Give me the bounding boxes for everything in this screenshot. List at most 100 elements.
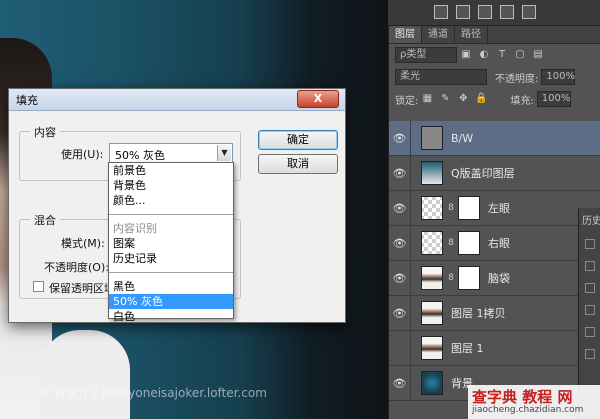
blend-mode-select[interactable]: 柔光 bbox=[395, 69, 487, 85]
filter-pixel-icon[interactable]: ▣ bbox=[460, 49, 472, 61]
layer-thumbnail[interactable] bbox=[421, 126, 443, 150]
eye-icon[interactable]: 👁 bbox=[389, 365, 411, 401]
layer-row[interactable]: 👁 Q版盖印图层 bbox=[389, 155, 600, 191]
site-watermark-title: 查字典 教程 网 bbox=[472, 388, 573, 406]
eye-icon[interactable]: 👁 bbox=[389, 190, 411, 226]
panel-tabs: 图层 通道 路径 bbox=[389, 26, 600, 44]
use-dropdown-list: 前景色 背景色 颜色... 内容识别 图案 历史记录黑色 50% 灰色 白色 bbox=[108, 162, 234, 323]
blend-row: 柔光 不透明度: 100% bbox=[389, 66, 600, 88]
layer-row[interactable]: 图层 1 bbox=[389, 330, 600, 366]
layer-kind-filter[interactable]: ρ类型 bbox=[395, 47, 457, 63]
dropdown-option[interactable]: 历史记录 bbox=[109, 251, 233, 266]
history-item-checkbox[interactable] bbox=[585, 327, 595, 337]
layer-name[interactable]: 脑袋 bbox=[488, 270, 510, 286]
filter-type-icon[interactable]: T bbox=[496, 49, 508, 61]
tool-preset-icon[interactable] bbox=[478, 5, 492, 19]
layer-filter-row: ρ类型 ▣ ◐ T ▢ ▤ bbox=[389, 44, 600, 66]
dropdown-option[interactable]: 图案 bbox=[109, 236, 233, 251]
lock-image-icon[interactable]: ✎ bbox=[439, 93, 451, 105]
tab-layers[interactable]: 图层 bbox=[389, 26, 422, 43]
eye-icon[interactable]: 👁 bbox=[389, 225, 411, 261]
filter-shape-icon[interactable]: ▢ bbox=[514, 49, 526, 61]
layer-name[interactable]: 图层 1 bbox=[451, 340, 484, 356]
link-icon[interactable]: 8 bbox=[446, 203, 456, 213]
tool-preset-icon[interactable] bbox=[434, 5, 448, 19]
eye-icon[interactable]: 👁 bbox=[389, 120, 411, 156]
layer-name[interactable]: Q版盖印图层 bbox=[451, 165, 515, 181]
history-tab[interactable]: 历史 bbox=[579, 208, 600, 227]
history-item-checkbox[interactable] bbox=[585, 261, 595, 271]
dropdown-option[interactable]: 背景色 bbox=[109, 178, 233, 193]
lock-transparent-icon[interactable]: ▦ bbox=[421, 93, 433, 105]
layer-mask-thumbnail[interactable] bbox=[458, 231, 480, 255]
layer-mask-thumbnail[interactable] bbox=[458, 196, 480, 220]
opacity-label: 不透明度(O): bbox=[44, 261, 109, 274]
layer-thumbnail[interactable] bbox=[421, 161, 443, 185]
dropdown-option[interactable]: 颜色... bbox=[109, 193, 233, 208]
layer-row[interactable]: 👁 图层 1拷贝 bbox=[389, 295, 600, 331]
layer-name[interactable]: B/W bbox=[451, 132, 473, 145]
dropdown-option[interactable]: 白色 bbox=[109, 309, 233, 324]
layer-thumbnail[interactable] bbox=[421, 336, 443, 360]
dropdown-option[interactable]: 50% 灰色 bbox=[109, 294, 233, 309]
layer-name[interactable]: 右眼 bbox=[488, 235, 510, 251]
layer-mask-thumbnail[interactable] bbox=[458, 266, 480, 290]
dialog-titlebar[interactable]: 填充 X bbox=[9, 89, 345, 111]
tab-paths[interactable]: 路径 bbox=[455, 26, 488, 43]
panel-tool-strip bbox=[388, 0, 600, 26]
dropdown-separator bbox=[109, 214, 233, 215]
eye-icon[interactable]: 👁 bbox=[389, 295, 411, 331]
opacity-input[interactable]: 100% bbox=[541, 69, 576, 85]
site-watermark: 查字典 教程 网 jiaocheng.chazidian.com bbox=[468, 385, 600, 419]
history-item-checkbox[interactable] bbox=[585, 349, 595, 359]
lock-all-icon[interactable]: 🔒 bbox=[475, 93, 487, 105]
layers-list: 👁 B/W 👁 Q版盖印图层 👁 8 左眼 👁 8 右眼 👁 8 脑袋 👁 图层 1拷贝 图层 1 👁 背景 bbox=[389, 120, 600, 401]
link-icon[interactable]: 8 bbox=[446, 238, 456, 248]
filter-smart-icon[interactable]: ▤ bbox=[532, 49, 544, 61]
layer-row[interactable]: 👁 B/W bbox=[389, 120, 600, 156]
layer-row[interactable]: 👁 8 脑袋 bbox=[389, 260, 600, 296]
history-item-checkbox[interactable] bbox=[585, 305, 595, 315]
layer-thumbnail[interactable] bbox=[421, 231, 443, 255]
filter-adjustment-icon[interactable]: ◐ bbox=[478, 49, 490, 61]
fill-label: 填充: bbox=[510, 95, 534, 107]
tool-preset-icon[interactable] bbox=[522, 5, 536, 19]
use-label: 使用(U): bbox=[61, 148, 104, 161]
layer-thumbnail[interactable] bbox=[421, 196, 443, 220]
layers-panel: 图层 通道 路径 ρ类型 ▣ ◐ T ▢ ▤ 柔光 不透明度: 100% 锁定:… bbox=[388, 26, 600, 419]
tab-channels[interactable]: 通道 bbox=[422, 26, 455, 43]
layer-row[interactable]: 👁 8 右眼 bbox=[389, 225, 600, 261]
fill-input[interactable]: 100% bbox=[536, 91, 571, 107]
tool-preset-icon[interactable] bbox=[456, 5, 470, 19]
layer-name[interactable]: 左眼 bbox=[488, 200, 510, 216]
mode-label: 模式(M): bbox=[61, 237, 105, 250]
chevron-down-icon[interactable]: ▼ bbox=[217, 145, 231, 161]
layer-name[interactable]: 图层 1拷贝 bbox=[451, 305, 506, 321]
history-item-checkbox[interactable] bbox=[585, 239, 595, 249]
site-watermark-url: jiaocheng.chazidian.com bbox=[472, 405, 584, 415]
use-select-value: 50% 灰色 bbox=[115, 149, 165, 162]
eye-icon[interactable]: 👁 bbox=[389, 260, 411, 296]
cancel-button[interactable]: 取消 bbox=[258, 154, 338, 174]
layer-thumbnail[interactable] bbox=[421, 301, 443, 325]
dropdown-option: 内容识别 bbox=[113, 222, 157, 235]
lock-position-icon[interactable]: ✥ bbox=[457, 93, 469, 105]
eye-icon[interactable]: 👁 bbox=[389, 155, 411, 191]
eye-hidden-icon[interactable] bbox=[389, 330, 411, 366]
preserve-transparency-label: 保留透明区域 bbox=[49, 282, 109, 295]
layer-row[interactable]: 👁 8 左眼 bbox=[389, 190, 600, 226]
layer-thumbnail[interactable] bbox=[421, 266, 443, 290]
dropdown-option[interactable]: 前景色 bbox=[109, 163, 233, 178]
layer-thumbnail[interactable] bbox=[421, 371, 443, 395]
close-button[interactable]: X bbox=[297, 90, 339, 108]
dropdown-option[interactable]: 黑色 bbox=[109, 279, 233, 294]
use-select[interactable]: 50% 灰色 ▼ bbox=[109, 143, 233, 163]
opacity-label: 不透明度: bbox=[495, 73, 539, 85]
dialog-title: 填充 bbox=[16, 94, 38, 107]
preserve-transparency-checkbox[interactable] bbox=[33, 281, 44, 292]
link-icon[interactable]: 8 bbox=[446, 273, 456, 283]
lock-label: 锁定: bbox=[395, 95, 419, 107]
history-item-checkbox[interactable] bbox=[585, 283, 595, 293]
tool-preset-icon[interactable] bbox=[500, 5, 514, 19]
ok-button[interactable]: 确定 bbox=[258, 130, 338, 150]
